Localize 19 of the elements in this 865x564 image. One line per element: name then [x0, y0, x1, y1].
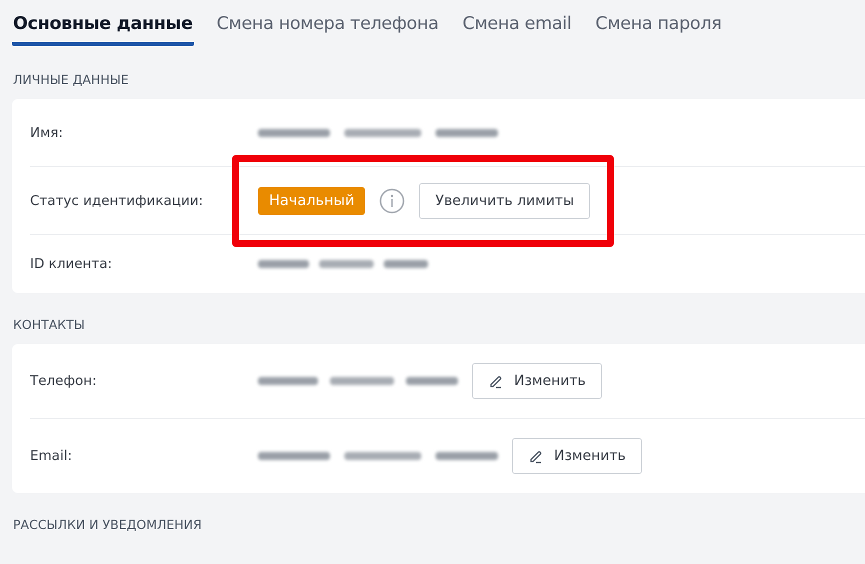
- field-label: Имя:: [30, 124, 64, 140]
- status-badge: Начальный: [258, 186, 366, 214]
- field-label: Статус идентификации:: [30, 192, 204, 208]
- section-heading: РАССЫЛКИ И УВЕДОМЛЕНИЯ: [12, 516, 203, 534]
- increase-limits-button[interactable]: Увеличить лимиты: [419, 182, 590, 218]
- section-heading: ЛИЧНЫЕ ДАННЫЕ: [12, 71, 130, 89]
- section-heading: КОНТАКТЫ: [12, 316, 86, 334]
- info-icon[interactable]: [379, 188, 406, 214]
- tab[interactable]: Смена номера телефона: [216, 14, 440, 46]
- field-label: Email:: [30, 448, 74, 464]
- tab[interactable]: Смена пароля: [594, 14, 722, 46]
- tab[interactable]: Смена email: [462, 14, 572, 46]
- field-label: Телефон:: [30, 373, 98, 389]
- pencil-icon: [528, 448, 544, 464]
- field-label: ID клиента:: [30, 256, 114, 272]
- edit-button[interactable]: Изменить: [472, 363, 602, 399]
- pencil-icon: [488, 373, 504, 389]
- tab[interactable]: Основные данные: [12, 14, 194, 46]
- edit-button[interactable]: Изменить: [512, 438, 642, 474]
